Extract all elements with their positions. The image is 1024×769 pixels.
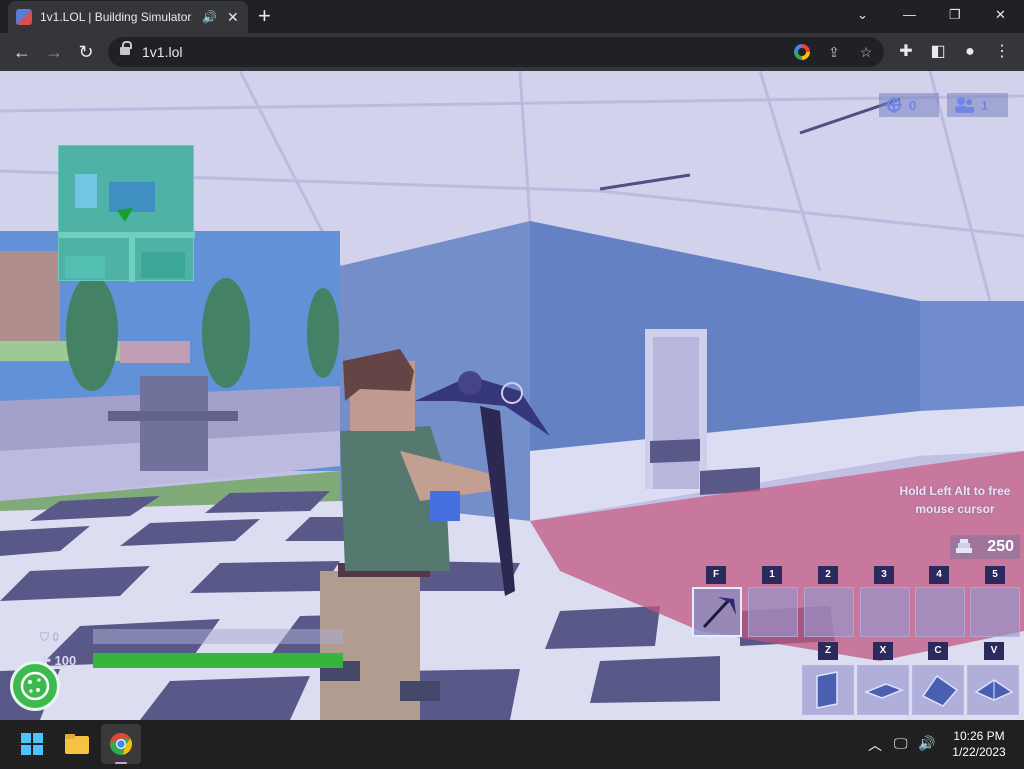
reload-icon[interactable]: ↻ — [74, 40, 98, 64]
google-lens-icon[interactable] — [794, 44, 810, 60]
pickaxe-icon — [702, 597, 736, 629]
player-marker-icon — [117, 208, 133, 222]
shield-bar — [93, 629, 343, 644]
build-key-v: V — [984, 642, 1004, 660]
clock-date: 1/22/2023 — [952, 745, 1006, 759]
bookmark-star-icon[interactable]: ☆ — [856, 42, 876, 62]
hotbar-key-5: 5 — [985, 566, 1005, 584]
cookie-icon — [20, 671, 50, 701]
hotbar-slot-3[interactable] — [860, 587, 910, 637]
chevron-up-icon[interactable]: ︿ — [868, 735, 882, 755]
browser-toolbar: ← → ↻ 1v1.lol ⇪ ☆ ✚ ◧ ● ⋮ — [0, 33, 1024, 71]
window-close-icon[interactable]: ✕ — [995, 5, 1006, 25]
tab-favicon — [16, 9, 32, 25]
build-key-c: C — [928, 642, 948, 660]
materials-counter: 250 — [950, 535, 1020, 559]
tab-title: 1v1.LOL | Building Simulator, — [40, 10, 192, 24]
hotbar-key-4: 4 — [929, 566, 949, 584]
build-slot-cone[interactable] — [967, 665, 1019, 715]
minimap-map — [59, 174, 195, 282]
lock-icon[interactable] — [120, 41, 132, 57]
build-slot-ramp[interactable] — [912, 665, 964, 715]
players-icon — [955, 97, 974, 113]
materials-icon — [956, 539, 972, 553]
profile-icon[interactable]: ● — [958, 40, 982, 64]
browser-tab[interactable]: 1v1.LOL | Building Simulator, 🔊 ✕ — [8, 1, 248, 33]
game-canvas[interactable]: 0 1 Hold Left Alt to free mouse cursor 2… — [0, 71, 1024, 720]
tab-search-icon[interactable]: ⌄ — [857, 5, 868, 25]
shield-icon: ⛉ — [40, 630, 53, 644]
players-value: 1 — [981, 97, 989, 113]
health-bar-fill — [93, 653, 343, 668]
taskbar: ︿ 🖵 🔊 10:26 PM 1/22/2023 — [0, 720, 1024, 768]
shield-value: ⛉ 0 — [40, 630, 60, 644]
clock-time: 10:26 PM — [953, 729, 1005, 743]
side-panel-icon[interactable]: ◧ — [926, 40, 950, 64]
hotbar-slot-1[interactable] — [748, 587, 798, 637]
minimize-icon[interactable]: — — [903, 5, 916, 25]
address-bar[interactable]: 1v1.lol ⇪ ☆ — [108, 37, 884, 67]
menu-dots-icon[interactable]: ⋮ — [990, 40, 1014, 64]
materials-value: 250 — [987, 538, 1014, 555]
new-tab-button[interactable]: + — [258, 4, 271, 28]
chrome-icon[interactable] — [101, 724, 141, 764]
ramp-icon — [921, 674, 959, 707]
hotbar-key-2: 2 — [818, 566, 838, 584]
kills-value: 0 — [909, 97, 917, 113]
forward-arrow-icon[interactable]: → — [42, 40, 66, 64]
url-text[interactable]: 1v1.lol — [142, 44, 182, 60]
build-slot-floor[interactable] — [857, 665, 909, 715]
wall-icon — [816, 671, 838, 709]
build-key-x: X — [873, 642, 893, 660]
crosshair-icon — [886, 97, 902, 113]
cookie-settings-button[interactable] — [10, 661, 60, 711]
players-counter: 1 — [947, 93, 1008, 117]
hotbar-slot-5[interactable] — [970, 587, 1020, 637]
windows-start-icon[interactable] — [12, 724, 52, 764]
restore-icon[interactable]: ❐ — [949, 5, 961, 25]
free-cursor-hint: Hold Left Alt to free mouse cursor — [899, 484, 1011, 516]
network-icon[interactable]: 🖵 — [894, 735, 908, 752]
close-icon[interactable]: ✕ — [227, 9, 239, 26]
extensions-puzzle-icon[interactable]: ✚ — [894, 40, 918, 64]
back-arrow-icon[interactable]: ← — [10, 40, 34, 64]
file-explorer-icon[interactable] — [57, 724, 97, 764]
kills-counter: 0 — [879, 93, 939, 117]
hotbar-key-f: F — [706, 566, 726, 584]
hotbar-key-1: 1 — [762, 566, 782, 584]
volume-icon[interactable]: 🔊 — [918, 735, 935, 752]
build-slot-wall[interactable] — [802, 665, 854, 715]
hotbar-key-3: 3 — [874, 566, 894, 584]
health-bar — [93, 653, 343, 668]
hotbar-slot-4[interactable] — [915, 587, 965, 637]
build-key-z: Z — [818, 642, 838, 660]
speaker-icon[interactable]: 🔊 — [202, 10, 217, 24]
share-icon[interactable]: ⇪ — [824, 42, 844, 62]
cone-icon — [974, 679, 1014, 701]
hotbar-slot-2[interactable] — [804, 587, 854, 637]
floor-icon — [863, 683, 905, 699]
hotbar-slot-pickaxe[interactable] — [692, 587, 742, 637]
tab-strip: 1v1.LOL | Building Simulator, 🔊 ✕ + ⌄ — … — [0, 0, 1024, 33]
system-clock[interactable]: 10:26 PM 1/22/2023 — [944, 728, 1014, 760]
minimap — [58, 145, 195, 282]
